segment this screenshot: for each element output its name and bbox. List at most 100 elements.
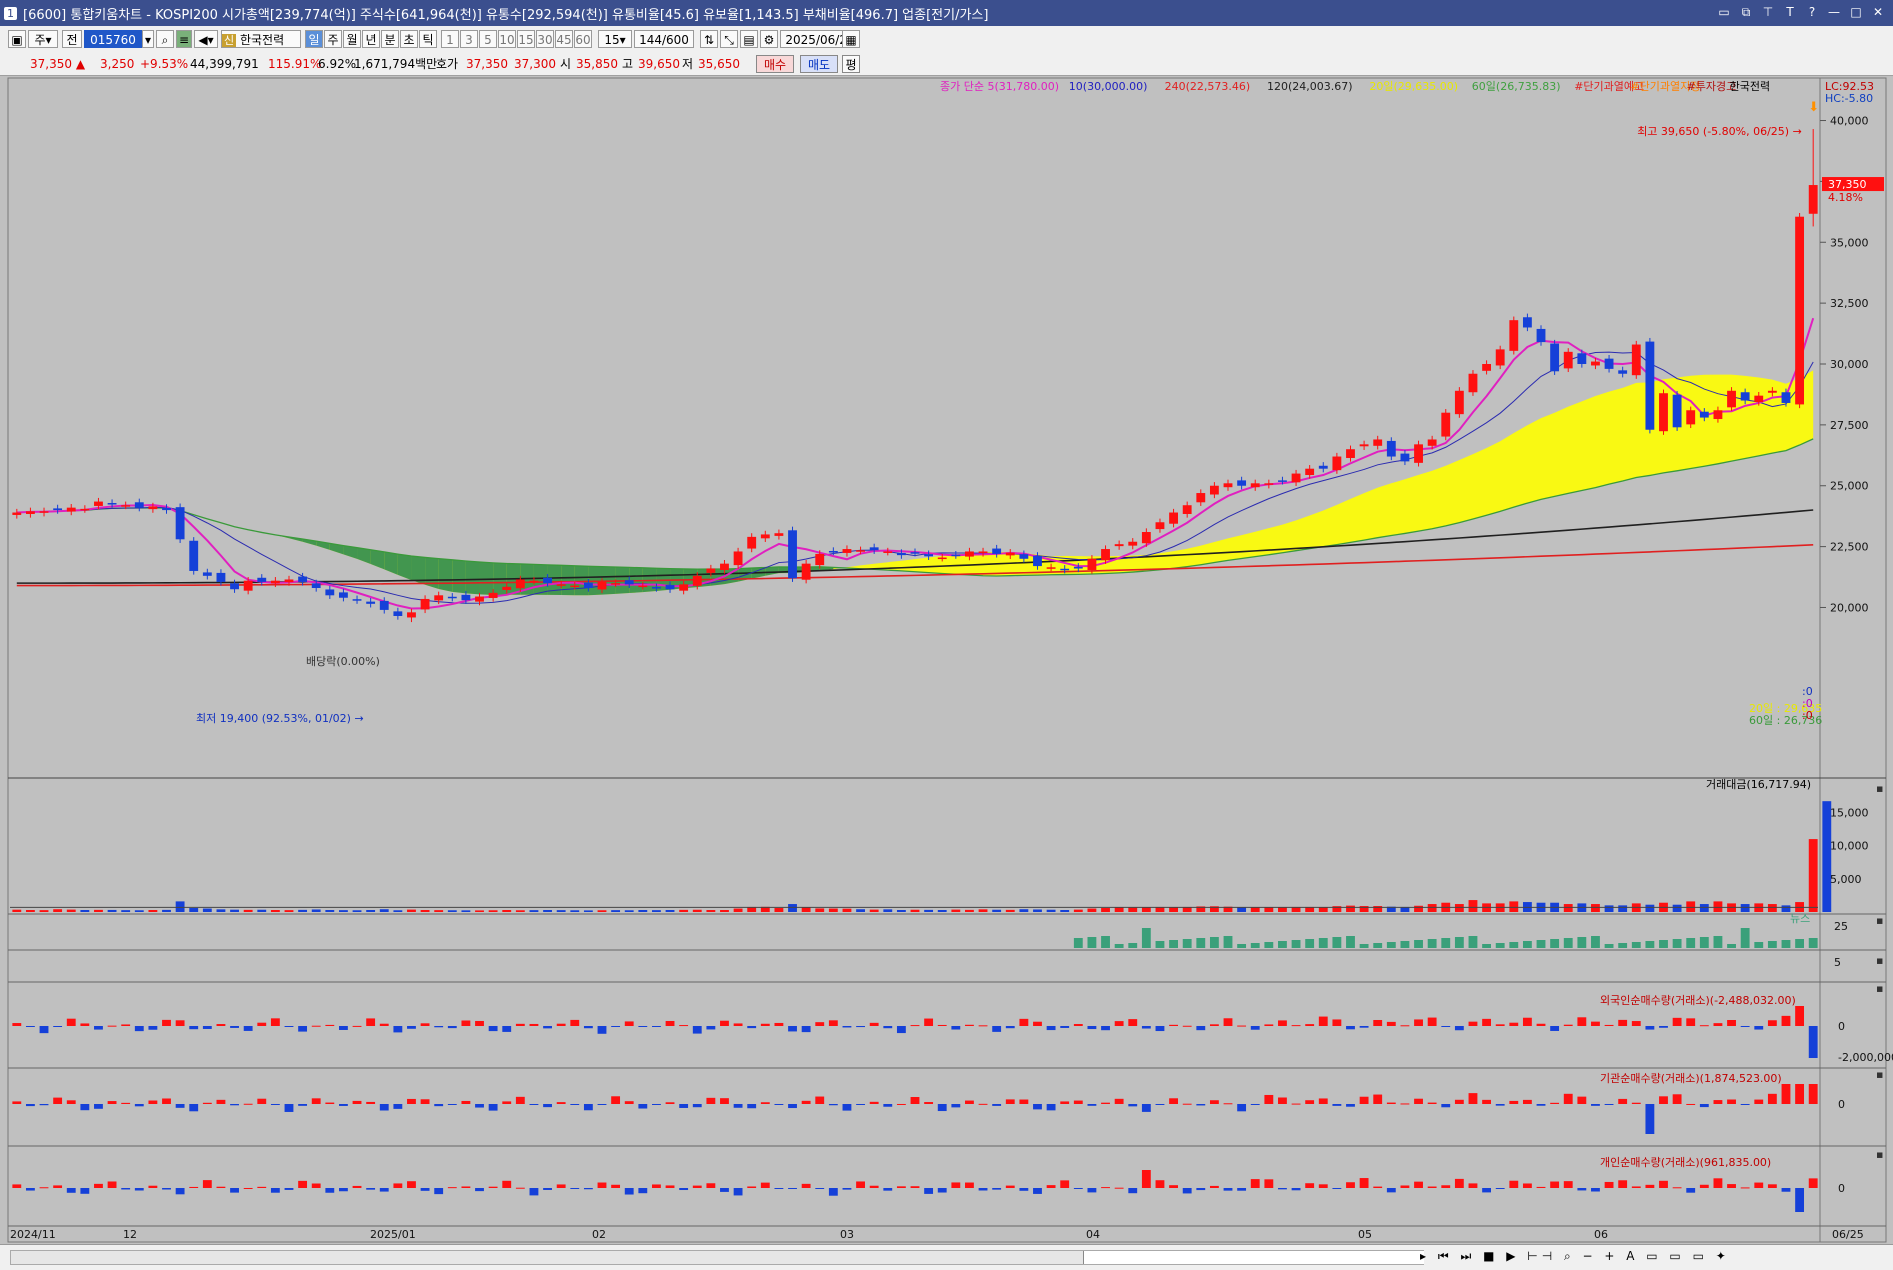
candle-body bbox=[270, 580, 280, 584]
interval-tab-1[interactable]: 주 bbox=[324, 30, 342, 48]
volume-bar bbox=[1781, 905, 1791, 912]
candle-body bbox=[352, 599, 362, 601]
save-icon[interactable]: ▤ bbox=[740, 30, 758, 48]
individual-panel-bar bbox=[1373, 1186, 1383, 1188]
minute-tab-5[interactable]: 5 bbox=[479, 30, 497, 48]
period-type-select[interactable]: 주▾ bbox=[28, 30, 58, 48]
news-bar bbox=[1278, 941, 1287, 948]
interval-tab-3[interactable]: 년 bbox=[362, 30, 380, 48]
institution-panel-bar bbox=[230, 1104, 239, 1106]
stock-code-input[interactable]: 015760 bbox=[84, 30, 142, 48]
minute-tab-3[interactable]: 3 bbox=[460, 30, 478, 48]
minute-tab-10[interactable]: 10 bbox=[498, 30, 516, 48]
layout-icon[interactable]: ▣ bbox=[8, 30, 26, 48]
individual-panel-bar bbox=[869, 1185, 879, 1188]
minute-tab-45[interactable]: 45 bbox=[555, 30, 573, 48]
calendar-icon[interactable]: ▦ bbox=[842, 30, 860, 48]
individual-panel-bar bbox=[1767, 1184, 1777, 1188]
interval-tab-6[interactable]: 틱 bbox=[419, 30, 437, 48]
volume-bar bbox=[1699, 904, 1709, 912]
candle-body bbox=[202, 572, 212, 576]
candle-body bbox=[801, 563, 811, 580]
tool-icon-1[interactable]: ⇅ bbox=[700, 30, 718, 48]
volume-bar bbox=[352, 910, 362, 912]
scroll-track[interactable] bbox=[10, 1250, 1424, 1265]
gear-icon[interactable]: ⚙ bbox=[760, 30, 778, 48]
count-select[interactable]: 15▾ bbox=[598, 30, 632, 48]
volume-bar bbox=[1427, 904, 1437, 912]
candle-body bbox=[1291, 473, 1301, 483]
individual-panel-bar bbox=[121, 1188, 131, 1190]
pin-icon[interactable]: ⊤ bbox=[1759, 3, 1777, 21]
foreign-panel-bar bbox=[1754, 1026, 1764, 1030]
institution-panel-bar bbox=[1441, 1104, 1451, 1108]
foreign-panel-bar bbox=[611, 1026, 621, 1027]
foreign-panel-bar bbox=[720, 1020, 729, 1026]
institution-panel-bar bbox=[39, 1104, 49, 1106]
individual-panel-bar bbox=[583, 1188, 593, 1190]
news-bar bbox=[1196, 938, 1206, 948]
stock-name-field[interactable]: 신 한국전력 bbox=[221, 30, 301, 48]
range-input[interactable]: 144/600 bbox=[634, 30, 694, 48]
prev-button[interactable]: 전 bbox=[62, 30, 82, 48]
volume-bar bbox=[1046, 909, 1056, 912]
volume-bar bbox=[869, 909, 879, 912]
tool-icon-2[interactable]: ⤡ bbox=[720, 30, 738, 48]
foreign-panel-bar bbox=[447, 1026, 457, 1029]
minimize-icon[interactable]: — bbox=[1825, 3, 1843, 21]
help-icon[interactable]: ? bbox=[1803, 3, 1821, 21]
news-bar bbox=[1754, 942, 1764, 948]
individual-panel-bar bbox=[1005, 1185, 1015, 1188]
foreign-panel-title: 외국인순매수량(거래소)(-2,488,032.00) bbox=[1600, 994, 1796, 1007]
candle-body bbox=[543, 577, 552, 584]
volume-bar bbox=[338, 910, 348, 912]
sound-icon[interactable]: ◀▾ bbox=[194, 30, 218, 48]
volume-bar bbox=[80, 910, 90, 912]
scroll-thumb[interactable] bbox=[1083, 1251, 1424, 1264]
sell-button[interactable]: 매도 bbox=[800, 55, 838, 73]
candle-body bbox=[1591, 361, 1600, 366]
interval-tab-5[interactable]: 초 bbox=[400, 30, 418, 48]
institution-panel-bar bbox=[1550, 1102, 1560, 1104]
search-icon[interactable]: ⌕ bbox=[156, 30, 174, 48]
interval-tab-2[interactable]: 월 bbox=[343, 30, 361, 48]
average-button[interactable]: 평 bbox=[842, 55, 860, 73]
scroll-controls[interactable]: ▸ ⏮ ⏭ ■ ▶ ⊢⊣ ⌕ − + A ▭ ▭ ▭ ✦ bbox=[1420, 1249, 1730, 1264]
legend-item-0: 종가 단순 5(31,780.00) bbox=[940, 80, 1059, 93]
minute-tab-30[interactable]: 30 bbox=[536, 30, 554, 48]
individual-panel-bar bbox=[924, 1188, 934, 1194]
x-axis-label: 06 bbox=[1594, 1228, 1608, 1241]
news-bar bbox=[1155, 941, 1165, 948]
individual-panel-bar bbox=[148, 1185, 158, 1188]
low-label: 저 bbox=[682, 57, 694, 71]
foreign-panel-bar bbox=[94, 1026, 103, 1030]
foreign-panel-bar bbox=[978, 1025, 988, 1027]
minute-tab-15[interactable]: 15 bbox=[517, 30, 535, 48]
foreign-panel-bar bbox=[1522, 1017, 1532, 1026]
interval-tab-0[interactable]: 일 bbox=[305, 30, 323, 48]
buy-button[interactable]: 매수 bbox=[756, 55, 794, 73]
institution-panel-bar bbox=[543, 1104, 552, 1108]
tile-icon[interactable]: ⧉ bbox=[1737, 3, 1755, 21]
restore-icon[interactable]: ▭ bbox=[1715, 3, 1733, 21]
foreign-panel-bar bbox=[1427, 1017, 1437, 1026]
news-bar bbox=[1604, 944, 1614, 948]
minute-tab-1[interactable]: 1 bbox=[441, 30, 459, 48]
chart-type-icon[interactable]: ≡ bbox=[176, 30, 192, 48]
high-label: 고 bbox=[622, 57, 634, 71]
individual-panel-bar bbox=[747, 1186, 757, 1188]
code-dropdown-icon[interactable]: ▾ bbox=[142, 30, 154, 48]
chart-scrollbar[interactable]: ▸ ⏮ ⏭ ■ ▶ ⊢⊣ ⌕ − + A ▭ ▭ ▭ ✦ bbox=[0, 1244, 1893, 1270]
institution-panel-bar bbox=[325, 1102, 335, 1104]
close-icon[interactable]: ✕ bbox=[1869, 3, 1887, 21]
interval-tab-4[interactable]: 분 bbox=[381, 30, 399, 48]
institution-panel-bar bbox=[665, 1102, 675, 1104]
individual-panel-bar bbox=[1495, 1188, 1505, 1189]
foreign-panel-bar bbox=[529, 1023, 539, 1026]
stock-chart[interactable]: 종가 단순 5(31,780.00) 10(30,000.00) 240(22,57… bbox=[0, 76, 1893, 1244]
font-icon[interactable]: T bbox=[1781, 3, 1799, 21]
maximize-icon[interactable]: □ bbox=[1847, 3, 1865, 21]
news-bar bbox=[1713, 936, 1723, 948]
foreign-panel-bar bbox=[12, 1023, 22, 1026]
minute-tab-60[interactable]: 60 bbox=[574, 30, 592, 48]
